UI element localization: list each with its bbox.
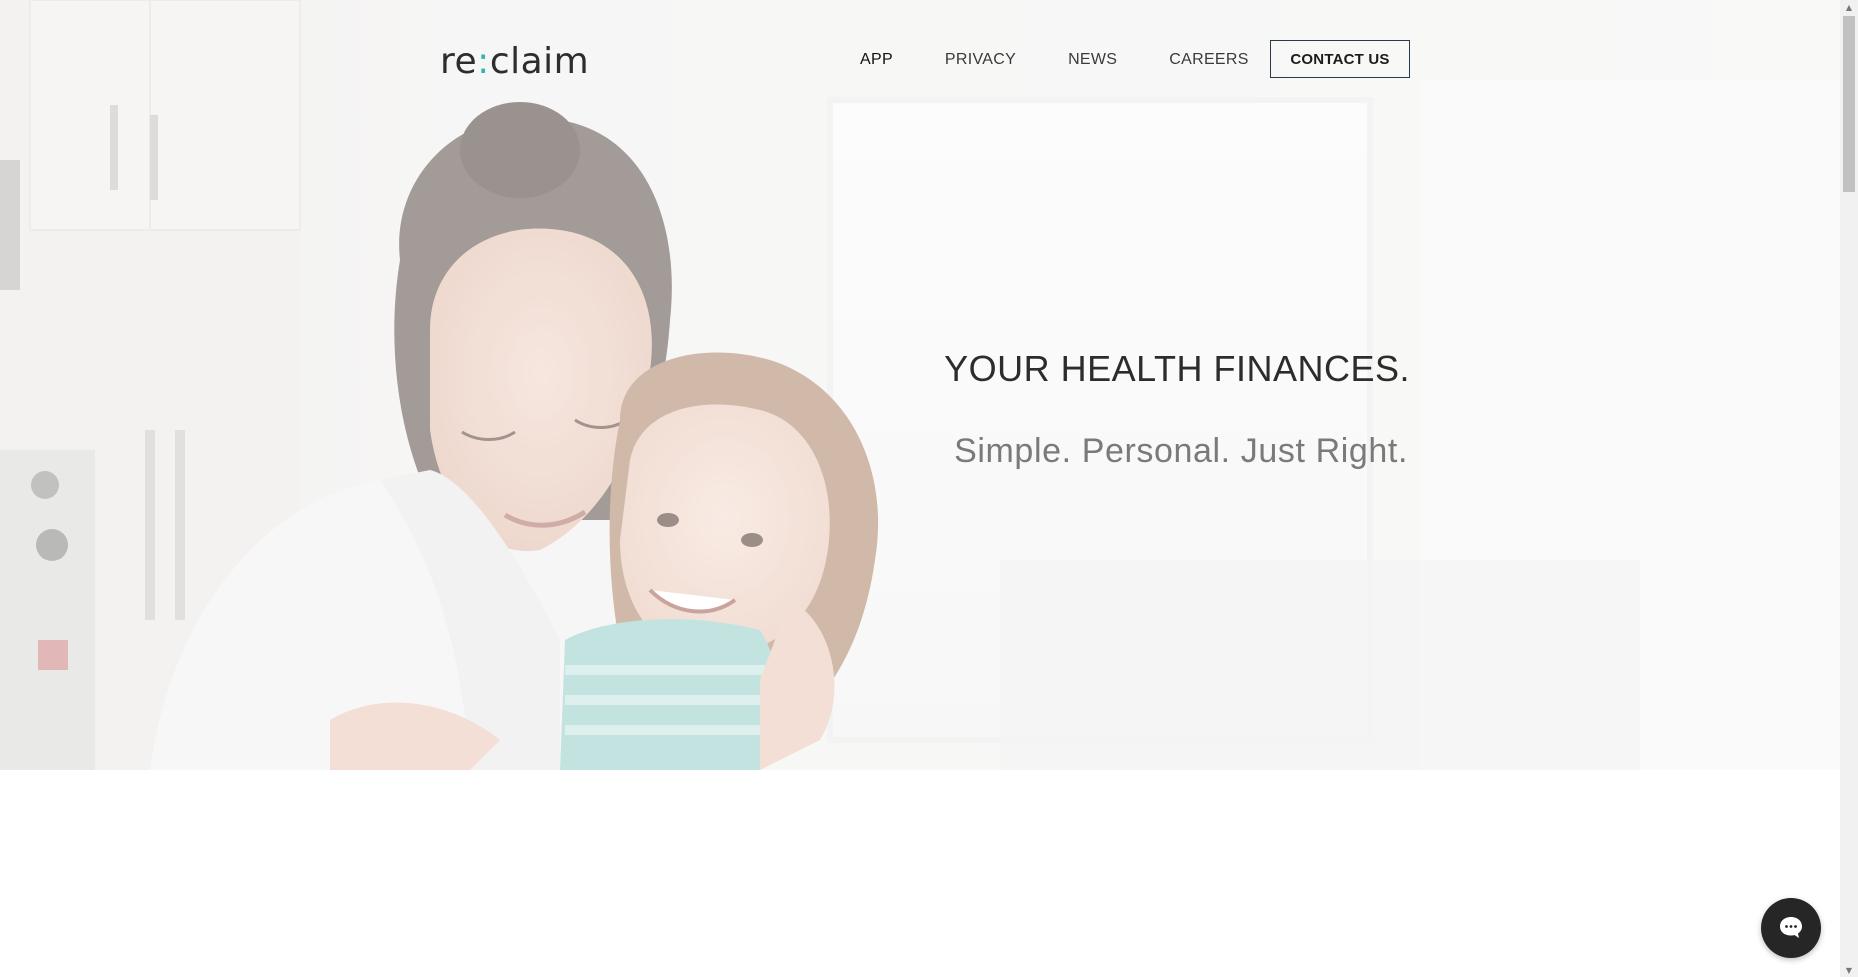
nav-news[interactable]: NEWS [1068, 51, 1117, 69]
logo-text-re: re [440, 41, 478, 82]
scrollbar-thumb[interactable] [1843, 16, 1855, 192]
reclaim-logo[interactable]: re:claim [440, 40, 589, 84]
logo-text-claim: claim [489, 41, 590, 82]
nav-careers[interactable]: CAREERS [1169, 51, 1248, 69]
hero-photo [0, 0, 1840, 770]
nav-app[interactable]: APP [860, 51, 893, 69]
nav-privacy[interactable]: PRIVACY [945, 51, 1016, 69]
hero-section: re:claim APP PRIVACY NEWS CAREERS CONTAC… [0, 0, 1840, 770]
main-nav: APP PRIVACY NEWS CAREERS [860, 38, 1301, 82]
page: re:claim APP PRIVACY NEWS CAREERS CONTAC… [0, 0, 1840, 977]
triangle-up-icon[interactable]: ▲ [1840, 0, 1858, 14]
hero-title: YOUR HEALTH FINANCES. [944, 348, 1410, 389]
chat-button[interactable] [1761, 898, 1821, 958]
logo-colon: : [477, 41, 490, 82]
vertical-scrollbar[interactable]: ▲ ▼ [1840, 0, 1858, 977]
hero-subtitle: Simple. Personal. Just Right. [954, 432, 1408, 470]
contact-us-button[interactable]: CONTACT US [1270, 40, 1410, 78]
triangle-down-icon[interactable]: ▼ [1840, 963, 1858, 977]
chat-bubble-icon [1780, 917, 1802, 938]
